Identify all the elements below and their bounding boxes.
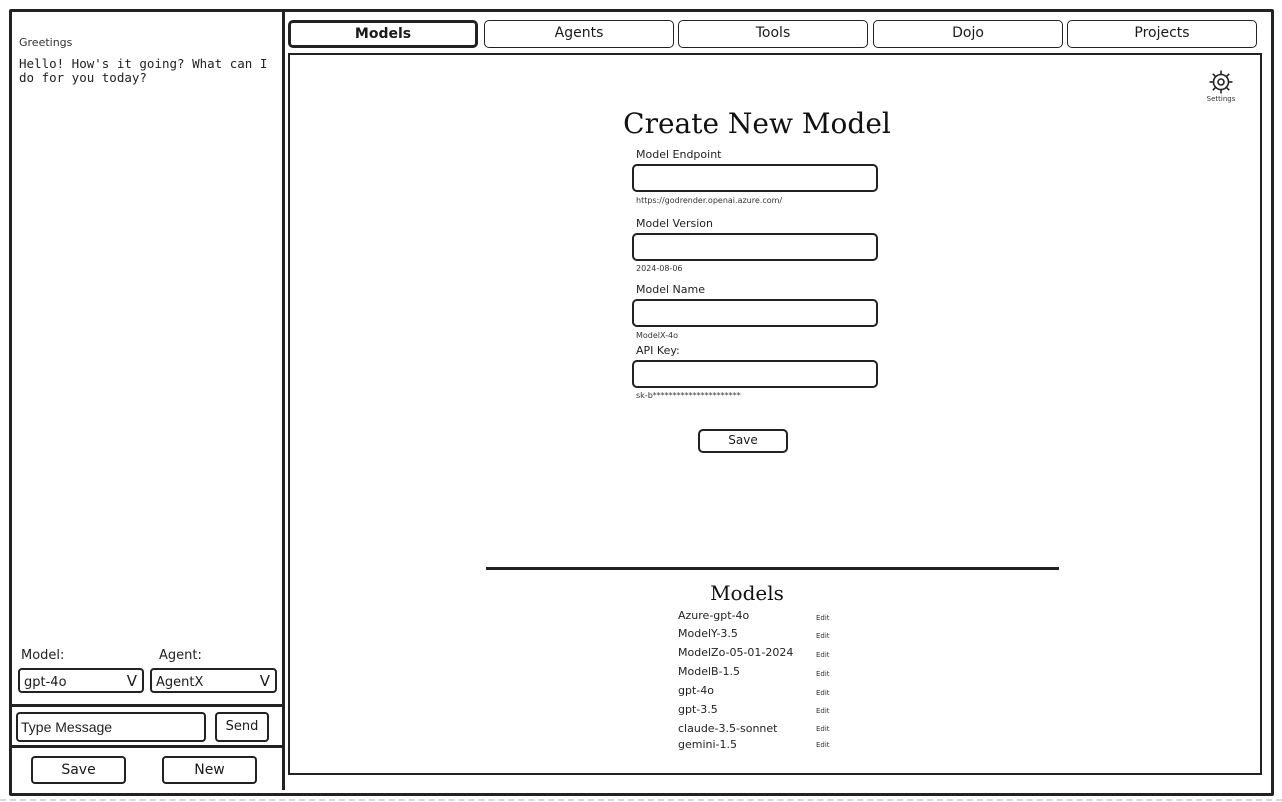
list-item: ModelY-3.5 <box>678 627 738 640</box>
list-item: ModelB-1.5 <box>678 665 741 678</box>
edit-link[interactable]: Edit <box>816 670 830 678</box>
agent-select[interactable]: AgentX V <box>150 668 277 693</box>
tab-models[interactable]: Models <box>288 20 478 48</box>
edit-link[interactable]: Edit <box>816 651 830 659</box>
models-panel: Settings Create New Model Model Endpoint… <box>288 53 1262 775</box>
settings-button[interactable]: Settings <box>1204 69 1238 103</box>
send-button[interactable]: Send <box>215 712 269 742</box>
list-item: gpt-3.5 <box>678 703 718 716</box>
api-key-input[interactable] <box>632 360 878 388</box>
models-list-title: Models <box>710 581 784 605</box>
page-bottom-edge <box>0 799 1282 801</box>
model-select-label: Model: <box>21 648 65 663</box>
edit-link[interactable]: Edit <box>816 689 830 697</box>
gear-icon <box>1209 70 1233 94</box>
chevron-down-icon: V <box>126 672 137 690</box>
endpoint-input[interactable] <box>632 164 878 192</box>
list-item: gemini-1.5 <box>678 738 738 751</box>
chat-sidebar: Greetings Hello! How's it going? What ca… <box>12 12 285 790</box>
edit-link[interactable]: Edit <box>816 707 830 715</box>
version-label: Model Version <box>636 217 713 230</box>
edit-link[interactable]: Edit <box>816 614 830 622</box>
list-item: claude-3.5-sonnet <box>678 722 778 735</box>
version-hint: 2024-08-06 <box>636 264 683 273</box>
tab-tools[interactable]: Tools <box>678 20 868 48</box>
edit-link[interactable]: Edit <box>816 632 830 640</box>
api-key-label: API Key: <box>636 344 680 357</box>
version-input[interactable] <box>632 233 878 261</box>
greeting-title: Greetings <box>19 36 73 49</box>
agent-select-label: Agent: <box>159 648 202 663</box>
tab-dojo[interactable]: Dojo <box>873 20 1063 48</box>
tab-agents[interactable]: Agents <box>484 20 674 48</box>
message-input[interactable] <box>16 712 206 742</box>
edit-link[interactable]: Edit <box>816 741 830 749</box>
tab-projects[interactable]: Projects <box>1067 20 1257 48</box>
new-chat-button[interactable]: New <box>162 756 257 784</box>
list-item: ModelZo-05-01-2024 <box>678 646 794 659</box>
endpoint-label: Model Endpoint <box>636 148 722 161</box>
form-title: Create New Model <box>623 107 891 140</box>
edit-link[interactable]: Edit <box>816 725 830 733</box>
agent-select-value: AgentX <box>156 675 204 690</box>
section-divider <box>486 567 1059 570</box>
list-item: gpt-4o <box>678 684 714 697</box>
settings-label: Settings <box>1206 95 1236 103</box>
message-composer: Send <box>12 704 282 748</box>
endpoint-hint: https://godrender.openai.azure.com/ <box>636 196 783 205</box>
greeting-message: Hello! How's it going? What can I do for… <box>19 56 268 85</box>
model-select[interactable]: gpt-4o V <box>18 668 144 693</box>
list-item: Azure-gpt-4o <box>678 609 750 622</box>
api-key-hint: sk-b********************** <box>636 391 741 400</box>
model-name-hint: ModelX-4o <box>636 331 678 340</box>
model-name-label: Model Name <box>636 283 705 296</box>
save-model-button[interactable]: Save <box>698 429 788 453</box>
model-select-value: gpt-4o <box>24 675 67 690</box>
model-name-input[interactable] <box>632 299 878 327</box>
save-chat-button[interactable]: Save <box>31 756 126 784</box>
chevron-down-icon: V <box>259 672 270 690</box>
